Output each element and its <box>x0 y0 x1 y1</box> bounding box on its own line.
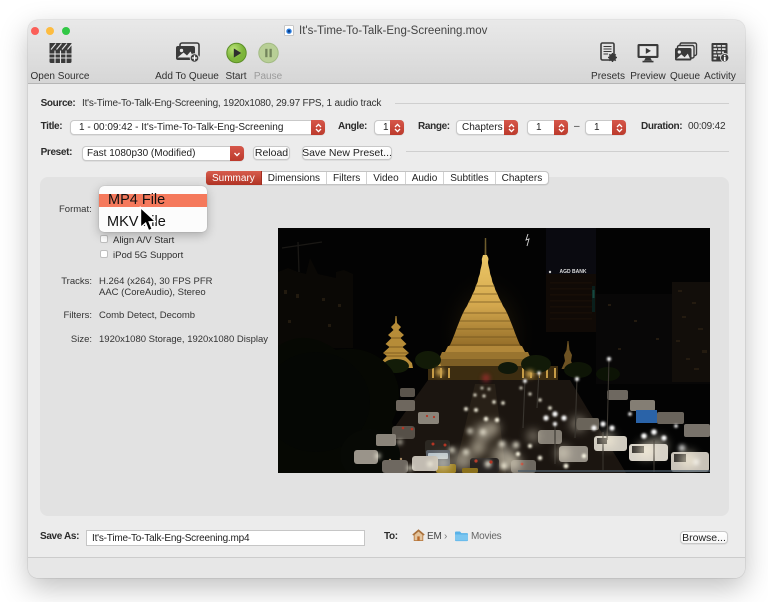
svg-text:AGD BANK: AGD BANK <box>560 269 587 275</box>
